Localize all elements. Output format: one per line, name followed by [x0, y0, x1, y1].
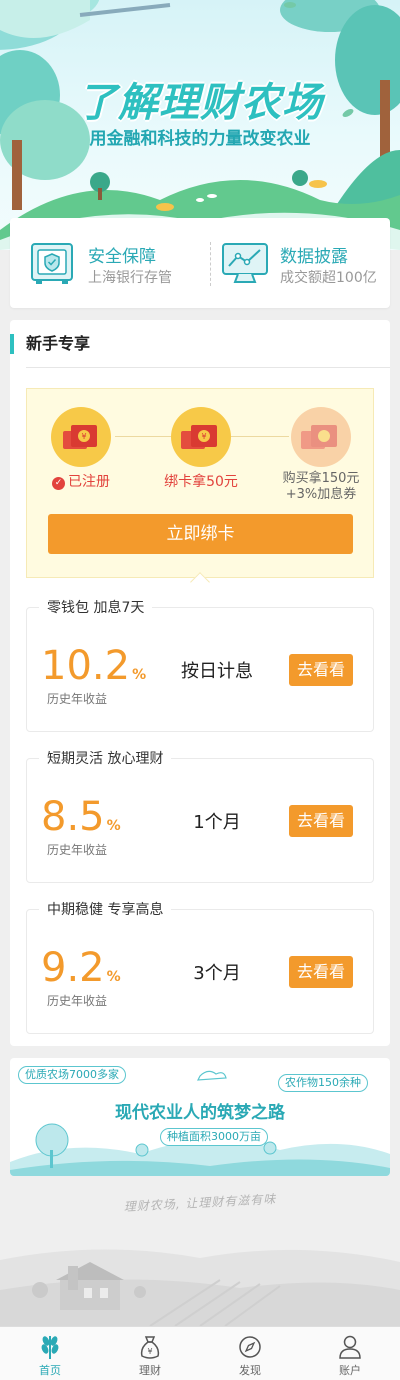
newbie-promo-box: ¥ ¥ ✓ 已注册 绑卡拿50元 购买拿150元 +3%加息券 立即绑卡 [26, 388, 374, 592]
view-product-button[interactable]: 去看看 [289, 956, 353, 988]
tab-home[interactable]: 首页 [0, 1327, 100, 1380]
feature-data[interactable]: 数据披露 成交额超100亿 [220, 238, 385, 288]
banner-tag: 种植面积3000万亩 [160, 1128, 268, 1146]
step-purchase-icon [289, 405, 353, 469]
product-card[interactable]: 零钱包 加息7天 10.2% 历史年收益 按日计息 去看看 [26, 598, 374, 732]
rate-label: 历史年收益 [47, 994, 108, 1008]
farm-promo-banner[interactable]: 优质农场7000多家 农作物150余种 现代农业人的筑梦之路 种植面积3000万… [10, 1058, 390, 1176]
step-bindcard-icon: ¥ [169, 405, 233, 469]
tab-label: 账户 [339, 1364, 361, 1377]
footer-illustration: 理财农场, 让理财有滋有味 [0, 1180, 400, 1326]
tab-invest[interactable]: ¥ 理财 [100, 1327, 200, 1380]
safe-box-icon [31, 243, 73, 284]
product-period: 按日计息 [181, 661, 253, 682]
product-card[interactable]: 中期稳健 专享高息 9.2% 历史年收益 3个月 去看看 [26, 900, 374, 1034]
section-title: 新手专享 [10, 334, 90, 354]
compass-icon [239, 1336, 261, 1358]
banner-title: 现代农业人的筑梦之路 [115, 1103, 285, 1123]
wheat-icon [41, 1336, 59, 1359]
product-tag: 零钱包 加息7天 [39, 598, 153, 618]
banner-tag: 农作物150余种 [278, 1074, 368, 1092]
feature-title: 安全保障 [88, 247, 156, 267]
pointer-arrow [190, 572, 210, 592]
user-icon [339, 1335, 361, 1359]
product-tag: 短期灵活 放心理财 [39, 749, 172, 769]
product-period: 3个月 [193, 963, 241, 984]
tab-label: 理财 [139, 1364, 161, 1377]
step-connector [231, 436, 289, 437]
view-product-button[interactable]: 去看看 [289, 805, 353, 837]
newbie-section: 新手专享 ¥ ¥ ✓ 已注册 绑卡拿50元 购买拿150元 +3%加息券 立即绑… [10, 320, 390, 1046]
feature-title: 数据披露 [280, 247, 348, 267]
product-card[interactable]: 短期灵活 放心理财 8.5% 历史年收益 1个月 去看看 [26, 749, 374, 883]
tab-label: 首页 [39, 1364, 61, 1377]
hero-title: 了解理财农场 [77, 80, 323, 126]
bottom-tab-bar: 首页 ¥ 理财 发现 账户 [0, 1326, 400, 1380]
hero-subtitle: 用金融和科技的力量改变农业 [89, 129, 311, 149]
svg-text:¥: ¥ [201, 432, 206, 441]
check-icon: ✓ [52, 477, 65, 490]
rate-label: 历史年收益 [47, 692, 108, 706]
banner-tag: 优质农场7000多家 [18, 1066, 126, 1084]
svg-text:¥: ¥ [81, 432, 86, 441]
step-label-registered: ✓ 已注册 [37, 471, 125, 491]
step-registered-icon: ¥ [49, 405, 113, 469]
step-label-purchase: 购买拿150元 +3%加息券 [282, 471, 360, 502]
step-label-bindcard: 绑卡拿50元 [164, 474, 238, 490]
product-period: 1个月 [193, 812, 241, 833]
feature-desc: 成交额超100亿 [280, 270, 377, 286]
tab-account[interactable]: 账户 [300, 1327, 400, 1380]
divider [26, 367, 390, 368]
feature-card: 安全保障 上海银行存管 数据披露 成交额超100亿 [10, 218, 390, 308]
monitor-chart-icon [222, 243, 268, 283]
view-product-button[interactable]: 去看看 [289, 654, 353, 686]
money-bag-icon: ¥ [140, 1336, 160, 1359]
product-tag: 中期稳健 专享高息 [39, 900, 172, 920]
feature-security[interactable]: 安全保障 上海银行存管 [28, 238, 198, 288]
feature-desc: 上海银行存管 [88, 270, 172, 286]
hero-banner: 了解理财农场 用金融和科技的力量改变农业 [0, 0, 400, 250]
tab-label: 发现 [239, 1364, 261, 1377]
bind-card-button[interactable]: 立即绑卡 [48, 514, 353, 554]
svg-text:¥: ¥ [147, 1347, 152, 1356]
step-connector [115, 436, 173, 437]
divider [210, 242, 211, 286]
rate-label: 历史年收益 [47, 843, 108, 857]
tab-discover[interactable]: 发现 [200, 1327, 300, 1380]
